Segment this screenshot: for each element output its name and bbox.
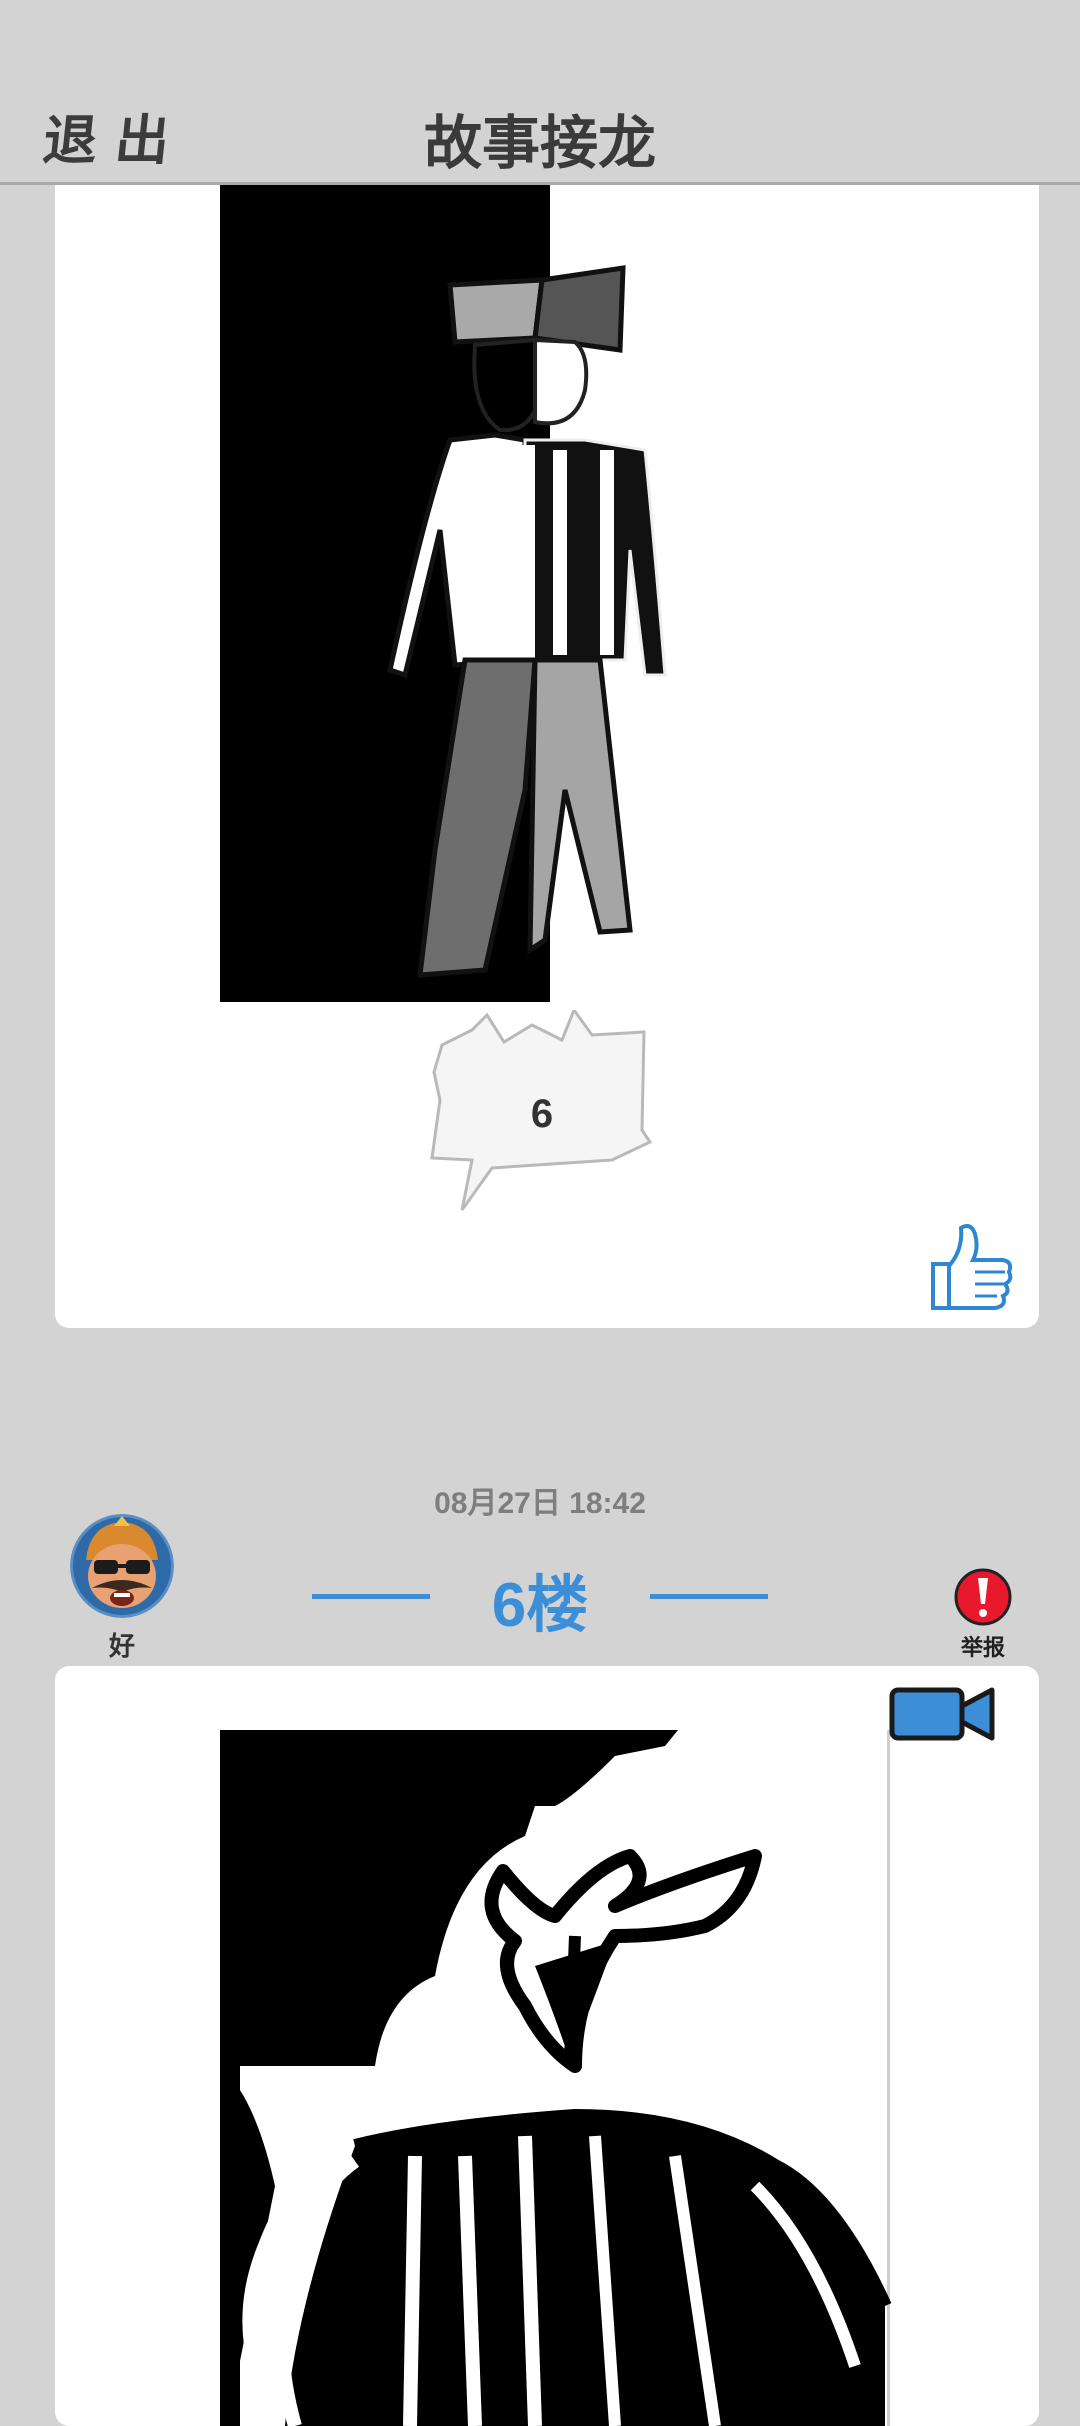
- page-title: 故事接龙: [423, 109, 656, 177]
- username: 好: [108, 1632, 135, 1662]
- exclamation-icon: [954, 1568, 1012, 1626]
- avatar-image: [70, 1514, 174, 1618]
- floor-divider-right: [650, 1594, 768, 1599]
- video-camera-icon: [889, 1687, 995, 1741]
- story-drawing-current: [220, 1730, 892, 2426]
- story-drawing-previous: [220, 150, 667, 1002]
- post-timestamp: 08月27日 18:42: [434, 1487, 646, 1520]
- video-button[interactable]: [888, 1684, 1000, 1746]
- top-bar: 退出 故事接龙: [0, 0, 1080, 185]
- speech-bubble: 6: [422, 1006, 662, 1230]
- post-card-previous: 6: [55, 150, 1039, 1328]
- avatar[interactable]: [70, 1514, 174, 1618]
- post-card-current: [55, 1666, 1039, 2426]
- bubble-text: 6: [530, 1092, 554, 1136]
- thumbs-up-icon: [931, 1224, 1013, 1310]
- like-button[interactable]: [925, 1220, 1015, 1316]
- report-button[interactable]: 举报: [950, 1564, 1016, 1664]
- report-label: 举报: [960, 1636, 1005, 1661]
